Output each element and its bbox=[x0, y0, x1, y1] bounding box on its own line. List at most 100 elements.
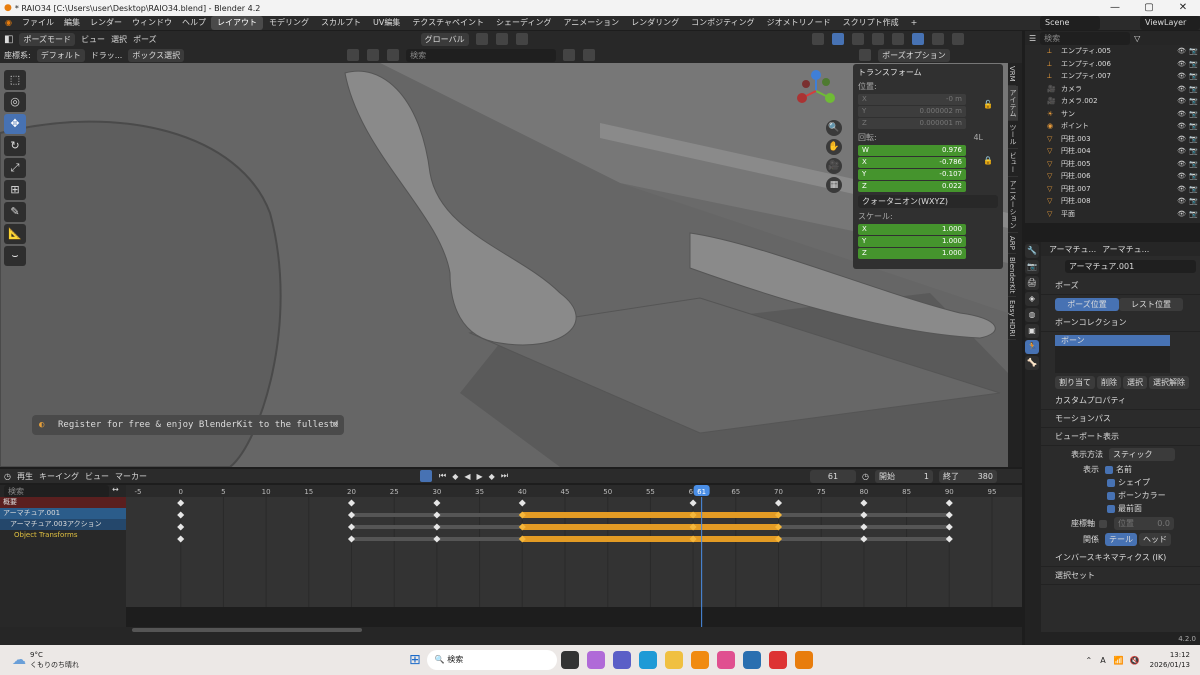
object-type-icon[interactable] bbox=[367, 49, 380, 61]
pan-hand-icon[interactable]: ✋ bbox=[826, 139, 842, 155]
lock-icon[interactable]: 🔓 bbox=[983, 100, 993, 109]
lock-icon[interactable]: 🔒 bbox=[983, 156, 993, 165]
render-camera-icon[interactable]: 📷 bbox=[1189, 70, 1198, 83]
eye-icon[interactable]: 👁 bbox=[1177, 83, 1186, 96]
bone-collections-section[interactable]: ボーンコレクション bbox=[1025, 314, 1200, 332]
jump-start-icon[interactable]: ⏮ bbox=[439, 471, 446, 481]
action-channel[interactable]: アーマチュア.003アクション bbox=[0, 519, 126, 530]
coordinate-selector[interactable]: デフォルト bbox=[36, 48, 85, 62]
tab-arp[interactable]: ARP bbox=[1008, 233, 1016, 254]
object-tab-icon[interactable]: ▣ bbox=[1025, 324, 1039, 338]
expand-arrows-icon[interactable]: ↔ bbox=[112, 485, 119, 494]
workspace-tab-shading[interactable]: シェーディング bbox=[490, 16, 557, 30]
workspace-tab-sculpt[interactable]: スカルプト bbox=[315, 16, 367, 30]
keyframe[interactable] bbox=[433, 511, 441, 519]
prev-keyframe-icon[interactable]: ◆ bbox=[452, 472, 458, 481]
scene-tab-icon[interactable]: ◈ bbox=[1025, 292, 1039, 306]
render-tab-icon[interactable]: 📷 bbox=[1025, 260, 1039, 274]
eye-icon[interactable]: 👁 bbox=[1177, 108, 1186, 121]
tray-chevron-icon[interactable]: ⌃ bbox=[1086, 656, 1093, 665]
solid-shading-icon[interactable] bbox=[911, 33, 924, 45]
outliner-row[interactable]: ▽ 円柱.008 👁 📷 bbox=[1025, 195, 1200, 208]
keyframe[interactable] bbox=[860, 511, 868, 519]
object-transforms-channel[interactable]: Object Transforms bbox=[0, 530, 126, 541]
display-icon[interactable] bbox=[387, 49, 400, 61]
record-icon[interactable] bbox=[419, 470, 432, 482]
keyframe[interactable] bbox=[774, 499, 783, 507]
outliner-row[interactable]: ▽ 円柱.006 👁 📷 bbox=[1025, 170, 1200, 183]
keyframe[interactable] bbox=[177, 523, 185, 531]
pose-section[interactable]: ポーズ bbox=[1025, 277, 1200, 295]
outliner-row[interactable]: ▽ 円柱.003 👁 📷 bbox=[1025, 133, 1200, 146]
render-shading-icon[interactable] bbox=[951, 33, 964, 45]
funnel-icon[interactable] bbox=[583, 49, 596, 61]
add-workspace-button[interactable]: + bbox=[905, 16, 924, 30]
play-reverse-icon[interactable]: ◀ bbox=[464, 472, 470, 481]
names-checkbox[interactable] bbox=[1105, 465, 1113, 474]
vlc-icon[interactable] bbox=[690, 651, 709, 669]
keyframe[interactable] bbox=[177, 499, 185, 507]
tab-blenderkit[interactable]: BlenderKit bbox=[1008, 254, 1016, 297]
measure-tool[interactable]: 📐 bbox=[4, 224, 26, 244]
outliner-row[interactable]: ⟂ エンプティ.005 👁 📷 bbox=[1025, 45, 1200, 58]
outliner-row[interactable]: ▽ 平面 👁 📷 bbox=[1025, 208, 1200, 221]
weather-icon[interactable]: ☁ bbox=[12, 652, 26, 668]
select-menu[interactable]: 選択 bbox=[111, 34, 127, 45]
outliner-row[interactable]: 🎥 カメラ.002 👁 📷 bbox=[1025, 95, 1200, 108]
keyframe-hold-bar[interactable] bbox=[522, 524, 779, 530]
eye-icon[interactable]: 👁 bbox=[1177, 95, 1186, 108]
close-banner-icon[interactable]: ⊗ bbox=[333, 415, 338, 435]
menu-render[interactable]: レンダー bbox=[85, 16, 127, 30]
snap-icon[interactable] bbox=[495, 33, 508, 45]
render-camera-icon[interactable]: 📷 bbox=[1189, 145, 1198, 158]
xray-toggle-icon[interactable] bbox=[871, 33, 884, 45]
location-x-field[interactable]: X -0 m bbox=[858, 94, 966, 105]
location-y-field[interactable]: Y 0.000002 m bbox=[858, 106, 966, 117]
viewport-visibility-icon[interactable] bbox=[811, 33, 824, 45]
timeline-ruler[interactable]: -5 0 5 10 15 20 25 30 35 40 45 50 55 60 65 70 75 80 85 90 95… bbox=[126, 485, 1022, 497]
render-camera-icon[interactable]: 📷 bbox=[1189, 58, 1198, 71]
maximize-button[interactable]: ▢ bbox=[1132, 0, 1166, 16]
menu-window[interactable]: ウィンドウ bbox=[127, 16, 177, 30]
menu-file[interactable]: ファイル bbox=[17, 16, 59, 30]
keying-menu[interactable]: キーイング bbox=[39, 471, 79, 482]
eye-icon[interactable]: 👁 bbox=[1177, 145, 1186, 158]
next-keyframe-icon[interactable]: ◆ bbox=[489, 472, 495, 481]
proportional-edit-icon[interactable] bbox=[515, 33, 528, 45]
armature-data-tab-icon[interactable]: 🏃 bbox=[1025, 340, 1039, 354]
eye-icon[interactable]: 👁 bbox=[1177, 158, 1186, 171]
transform-orientation-selector[interactable]: グローバル bbox=[420, 32, 469, 46]
bone-colors-checkbox[interactable] bbox=[1107, 491, 1115, 500]
tab-animation[interactable]: アニメーション bbox=[1008, 177, 1018, 233]
eye-icon[interactable]: 👁 bbox=[1177, 58, 1186, 71]
pose-menu[interactable]: ポーズ bbox=[133, 34, 157, 45]
render-camera-icon[interactable]: 📷 bbox=[1189, 208, 1198, 221]
marker-menu[interactable]: マーカー bbox=[115, 471, 147, 482]
horizontal-scrollbar[interactable] bbox=[132, 628, 362, 632]
move-tool[interactable]: ✥ bbox=[4, 114, 26, 134]
render-camera-icon[interactable]: 📷 bbox=[1189, 45, 1198, 58]
eye-icon[interactable]: 👁 bbox=[1177, 208, 1186, 221]
keyframe[interactable] bbox=[433, 535, 441, 543]
workspace-tab-texture-paint[interactable]: テクスチャペイント bbox=[406, 16, 490, 30]
pose-x-mirror-icon[interactable] bbox=[859, 49, 872, 61]
drag-mode-selector[interactable]: ボックス選択 bbox=[128, 48, 185, 62]
outliner-filter-icon[interactable]: ▽ bbox=[1134, 34, 1140, 43]
view-menu[interactable]: ビュー bbox=[81, 34, 105, 45]
end-frame-field[interactable]: 終了 380 bbox=[939, 469, 997, 483]
keyframe[interactable] bbox=[347, 511, 356, 519]
overlay-toggle-icon[interactable] bbox=[851, 33, 864, 45]
pose-options-dropdown[interactable]: ポーズオプション bbox=[878, 48, 950, 62]
teams-icon[interactable] bbox=[612, 651, 631, 669]
bone-collection-item[interactable]: ボーン bbox=[1055, 335, 1170, 346]
keyframe[interactable] bbox=[347, 523, 356, 531]
eye-icon[interactable]: 👁 bbox=[1177, 170, 1186, 183]
inverse-kinematics-section[interactable]: インバースキネマティクス (IK) bbox=[1025, 549, 1200, 567]
taskbar-search[interactable]: 🔍 検索 bbox=[426, 650, 557, 670]
world-tab-icon[interactable]: ◍ bbox=[1025, 308, 1039, 322]
camera-view-icon[interactable]: 🎥 bbox=[826, 158, 842, 174]
render-camera-icon[interactable]: 📷 bbox=[1189, 158, 1198, 171]
keyframe[interactable] bbox=[433, 499, 441, 507]
rotation-x-field[interactable]: X -0.786 bbox=[858, 157, 966, 168]
keyframe-hold-bar[interactable] bbox=[522, 512, 779, 518]
